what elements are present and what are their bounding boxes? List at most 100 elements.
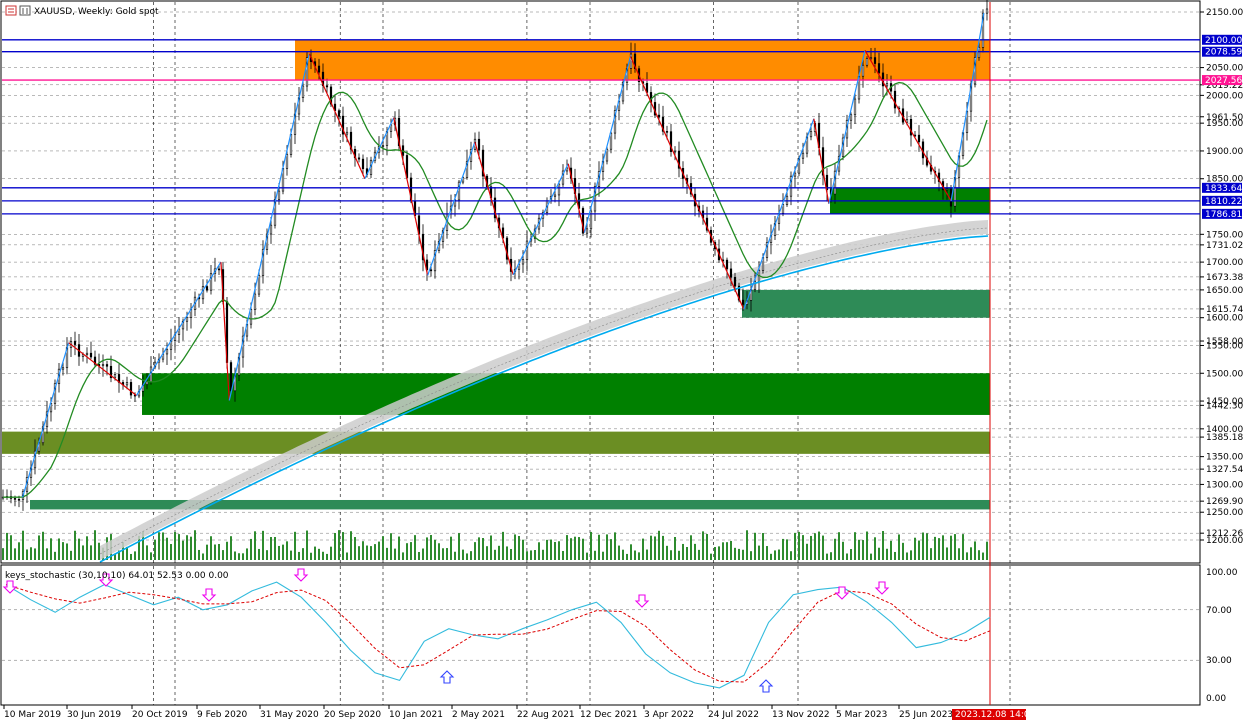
- volume-bar: [202, 553, 204, 560]
- volume-bar: [182, 540, 184, 560]
- zone-resistance: [295, 39, 990, 81]
- volume-bar: [766, 546, 768, 560]
- volume-bar: [770, 553, 772, 560]
- volume-bar: [918, 540, 920, 560]
- price-chart[interactable]: 2150.002050.002000.002019.221961.501950.…: [0, 0, 1254, 723]
- volume-bar: [430, 535, 432, 560]
- volume-bar: [502, 531, 504, 560]
- volume-bar: [386, 547, 388, 560]
- price-bar-body: [129, 382, 133, 396]
- price-tick-label: 1650.00: [1206, 286, 1243, 296]
- volume-bar: [762, 533, 764, 560]
- volume-bar: [974, 541, 976, 560]
- volume-bar: [654, 536, 656, 560]
- price-bar-body: [725, 259, 729, 270]
- price-bar-body: [977, 47, 981, 58]
- price-bar-body: [877, 63, 881, 74]
- volume-bar: [634, 550, 636, 560]
- price-tick-label: 2150.00: [1206, 8, 1243, 18]
- volume-bar: [882, 531, 884, 560]
- volume-bar: [554, 541, 556, 560]
- volume-bar: [310, 552, 312, 560]
- volume-bar: [886, 548, 888, 560]
- volume-bar: [186, 535, 188, 560]
- volume-bar: [818, 531, 820, 560]
- volume-bar: [318, 548, 320, 560]
- price-bar-body: [741, 299, 745, 305]
- volume-bar: [174, 532, 176, 560]
- volume-bar: [566, 535, 568, 560]
- chart-header: XAUUSD, Weekly: Gold spot: [5, 5, 159, 17]
- volume-bar: [354, 537, 356, 560]
- volume-bar: [750, 551, 752, 560]
- volume-bar: [82, 545, 84, 560]
- price-tick-label: 1700.00: [1206, 258, 1243, 268]
- volume-bar: [478, 537, 480, 560]
- price-tick-label: 1673.38: [1206, 273, 1243, 283]
- price-bar-body: [985, 8, 989, 14]
- volume-bar: [490, 535, 492, 560]
- chart-list-icon[interactable]: [5, 5, 17, 16]
- volume-bar: [194, 530, 196, 560]
- volume-bar: [950, 535, 952, 560]
- price-tick-label: 1327.54: [1206, 465, 1243, 475]
- price-bar-body: [801, 152, 805, 159]
- trade-panel-icon[interactable]: [19, 5, 31, 16]
- price-tick-label: 1200.00: [1206, 536, 1243, 546]
- price-bar-body: [105, 364, 109, 367]
- volume-bar: [294, 531, 296, 560]
- time-tick-label: 12 Dec 2021: [580, 710, 638, 720]
- volume-bar: [898, 534, 900, 560]
- volume-bar: [390, 533, 392, 560]
- volume-bar: [382, 536, 384, 560]
- price-bar-body: [381, 145, 385, 147]
- volume-bar: [834, 538, 836, 560]
- price-tick-label: 1250.00: [1206, 508, 1243, 518]
- price-bar-body: [869, 57, 873, 59]
- volume-bar: [58, 538, 60, 560]
- volume-bar: [366, 545, 368, 560]
- volume-bar: [98, 542, 100, 560]
- volume-bar: [718, 546, 720, 560]
- time-tick-label: 2 May 2021: [452, 710, 505, 720]
- price-level-tag-label: 1786.81: [1205, 210, 1242, 220]
- volume-bar: [838, 532, 840, 560]
- volume-bar: [426, 537, 428, 560]
- volume-bar: [86, 536, 88, 560]
- time-tick-label: 5 Mar 2023: [836, 710, 887, 720]
- chart-background: [0, 0, 1254, 723]
- price-bar-body: [325, 85, 329, 88]
- volume-bar: [738, 548, 740, 560]
- volume-bar: [10, 535, 12, 560]
- volume-bar: [434, 539, 436, 560]
- volume-bar: [274, 536, 276, 560]
- volume-bar: [666, 545, 668, 560]
- volume-bar: [594, 550, 596, 560]
- volume-bar: [506, 546, 508, 560]
- symbol-title: XAUUSD, Weekly: Gold spot: [34, 7, 159, 17]
- volume-bar: [350, 531, 352, 560]
- volume-bar: [90, 545, 92, 560]
- volume-bar: [214, 544, 216, 560]
- volume-bar: [590, 531, 592, 560]
- volume-bar: [498, 545, 500, 560]
- volume-bar: [334, 533, 336, 560]
- volume-bar: [378, 541, 380, 560]
- volume-bar: [42, 531, 44, 560]
- price-bar-body: [217, 268, 221, 271]
- volume-bar: [850, 549, 852, 560]
- volume-bar: [326, 553, 328, 560]
- volume-bar: [702, 531, 704, 560]
- volume-bar: [22, 530, 24, 560]
- volume-bar: [906, 552, 908, 560]
- volume-bar: [482, 538, 484, 560]
- volume-bar: [778, 549, 780, 560]
- volume-bar: [658, 530, 660, 560]
- price-bar-body: [185, 317, 189, 322]
- volume-bar: [690, 535, 692, 560]
- volume-bar: [306, 530, 308, 560]
- volume-bar: [2, 548, 4, 560]
- volume-bar: [282, 544, 284, 560]
- volume-bar: [178, 534, 180, 560]
- price-bar-body: [145, 381, 149, 385]
